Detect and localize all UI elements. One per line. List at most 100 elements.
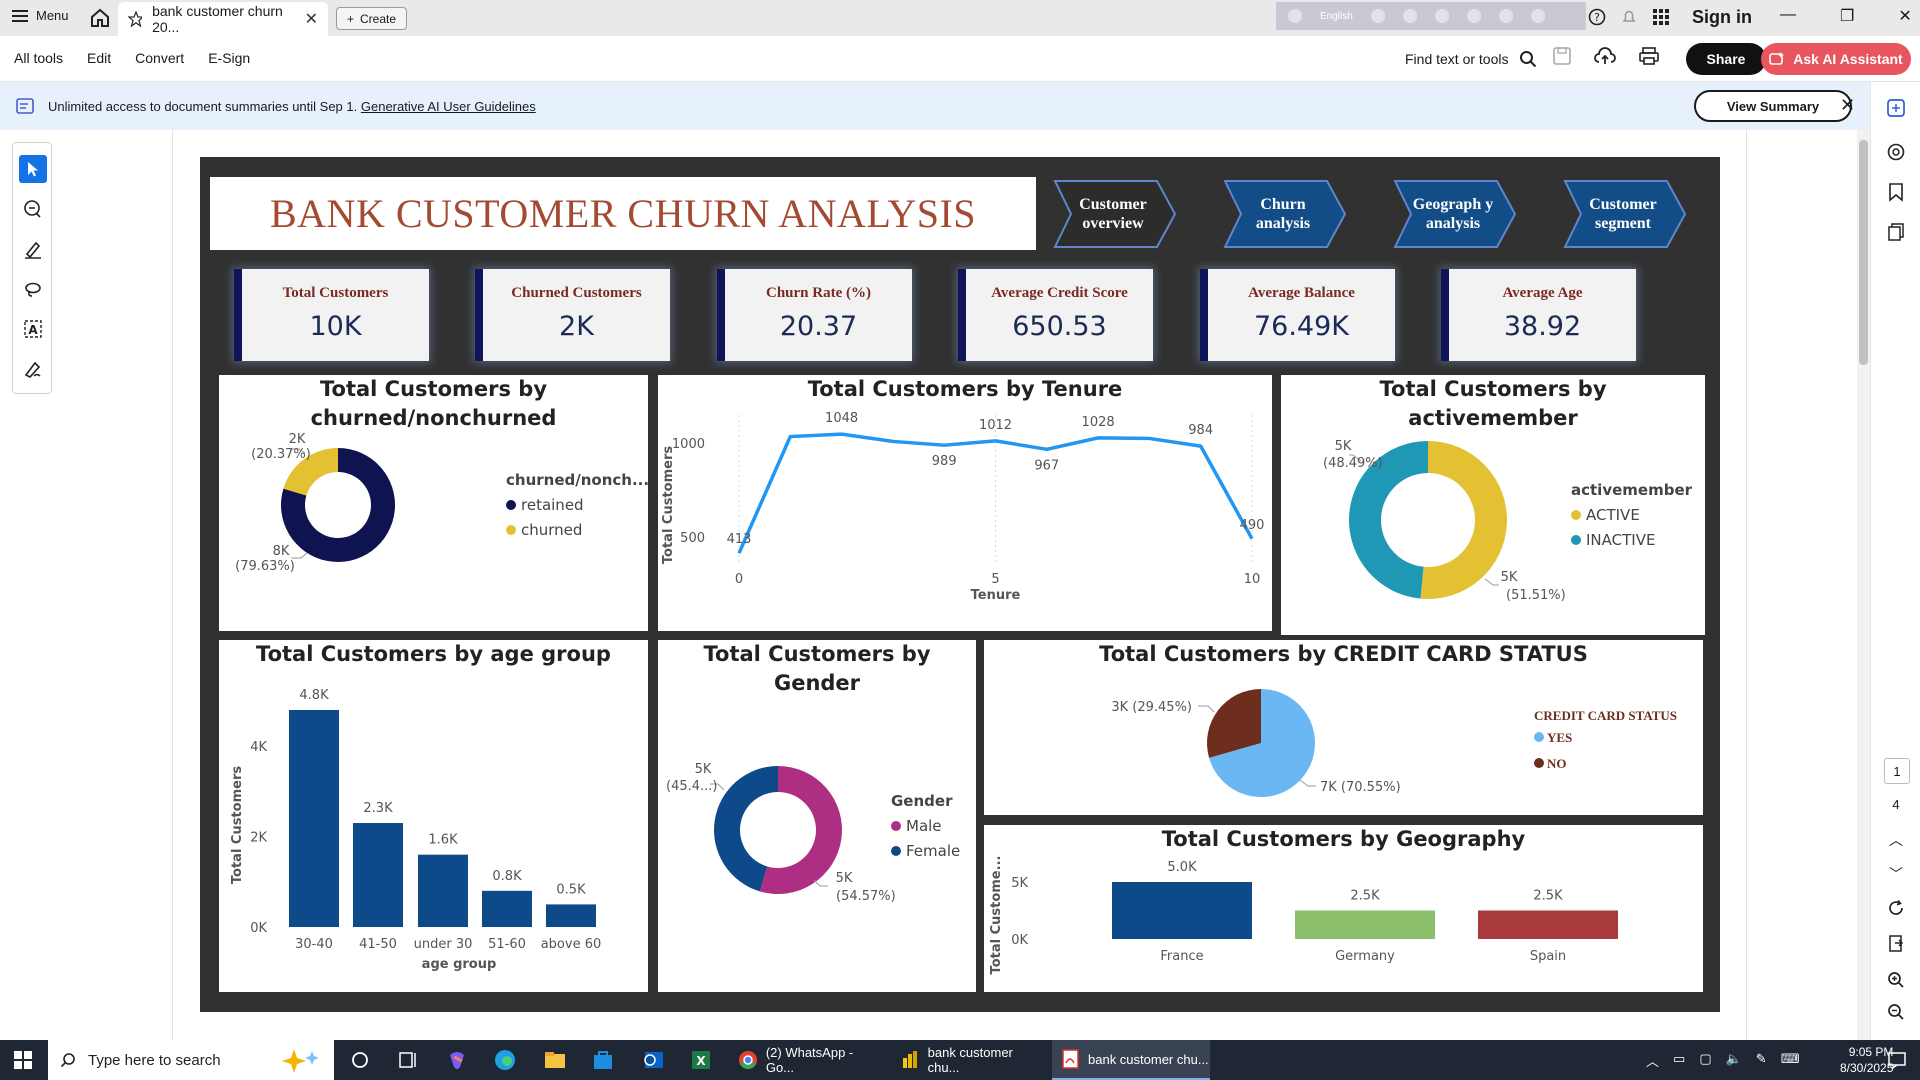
copilot-icon[interactable]	[446, 1049, 468, 1071]
taskbar-app-powerbi[interactable]: bank customer chu...	[890, 1040, 1046, 1080]
create-button[interactable]: + Create	[336, 7, 408, 30]
help-icon[interactable]: ?	[1588, 8, 1606, 26]
ai-assistant-panel-icon[interactable]	[1884, 96, 1908, 120]
page-extract-icon[interactable]	[1884, 932, 1908, 956]
pages-panel-icon[interactable]	[1884, 220, 1908, 244]
vertical-scrollbar[interactable]	[1857, 130, 1870, 1040]
save-icon[interactable]	[1552, 46, 1572, 66]
apps-grid-icon[interactable]	[1652, 8, 1670, 26]
bookmark-panel-icon[interactable]	[1884, 180, 1908, 204]
menu-label: Menu	[36, 8, 69, 23]
menu-convert[interactable]: Convert	[135, 50, 184, 66]
data-label: 1048	[825, 411, 858, 426]
highlight-tool-icon[interactable]	[19, 235, 47, 263]
taskbar-search[interactable]: Type here to search	[48, 1040, 334, 1080]
menu-button[interactable]: Menu	[12, 8, 69, 23]
star-icon[interactable]	[128, 11, 143, 27]
close-window-icon[interactable]: ✕	[1898, 6, 1911, 26]
nav-customer-segment[interactable]: Customer segment	[1557, 175, 1687, 253]
ask-ai-assistant-button[interactable]: Ask AI Assistant	[1761, 43, 1911, 75]
excel-icon[interactable]: X	[690, 1049, 712, 1071]
menu-all-tools[interactable]: All tools	[14, 50, 63, 66]
text-tool-icon[interactable]: A	[19, 315, 47, 343]
display-icon[interactable]: ▢	[1699, 1051, 1711, 1070]
network-icon[interactable]: ▭	[1673, 1051, 1685, 1070]
nav-label: Geograph y analysis	[1412, 196, 1494, 232]
scroll-thumb[interactable]	[1859, 140, 1868, 365]
legend-item: YES	[1547, 730, 1572, 745]
tool-icon[interactable]	[1370, 9, 1385, 23]
y-tick-label: 500	[680, 531, 705, 546]
document-tab[interactable]: bank customer churn 20... ✕	[118, 2, 328, 36]
refresh-icon[interactable]	[1884, 896, 1908, 920]
bell-icon[interactable]	[1620, 8, 1638, 26]
info-icon[interactable]	[1530, 9, 1545, 23]
y-tick-label: 0K	[1011, 933, 1028, 948]
language-label[interactable]: English	[1320, 11, 1353, 22]
right-rail: 1 4 ︿ ﹀	[1870, 82, 1920, 1040]
sign-tool-icon[interactable]	[19, 355, 47, 383]
x-tick-label: 0	[735, 572, 743, 587]
volume-icon[interactable]: 🔈	[1726, 1051, 1742, 1070]
share-button[interactable]: Share	[1686, 43, 1766, 75]
close-tab-icon[interactable]: ✕	[305, 9, 318, 29]
taskbar-app-whatsapp[interactable]: (2) WhatsApp - Go...	[728, 1040, 884, 1080]
store-icon[interactable]	[592, 1049, 614, 1071]
restore-icon[interactable]: ❐	[1840, 6, 1854, 26]
chevron-down-icon[interactable]: ﹀	[1884, 862, 1908, 886]
app-title: bank customer chu...	[1088, 1051, 1209, 1067]
nav-churn-analysis[interactable]: Churn analysis	[1217, 175, 1347, 253]
home-icon[interactable]	[88, 6, 112, 30]
find-tools[interactable]: Find text or tools	[1405, 50, 1537, 68]
close-banner-icon[interactable]: ✕	[1840, 95, 1855, 116]
legend-item: Female	[906, 842, 960, 860]
tool-icon[interactable]	[1402, 9, 1417, 23]
settings-icon[interactable]	[1434, 9, 1449, 23]
edge-browser-icon[interactable]	[494, 1049, 516, 1071]
svg-text:?: ?	[1594, 11, 1600, 24]
chart-geography-panel: Total Customers by Geography 5.0K France 2…	[984, 825, 1703, 992]
taskbar-app-acrobat[interactable]: bank customer chu...	[1052, 1040, 1210, 1080]
widgets-icon[interactable]	[398, 1050, 418, 1070]
task-view-icon[interactable]	[350, 1050, 370, 1070]
tool-icon[interactable]	[1288, 9, 1302, 23]
ai-guidelines-link[interactable]: Generative AI User Guidelines	[361, 99, 536, 114]
legend-title: CREDIT CARD STATUS	[1534, 708, 1677, 723]
keyboard-icon[interactable]: ⌨	[1781, 1051, 1800, 1070]
chevron-up-icon[interactable]: ︿	[1646, 1051, 1659, 1070]
tool-icon[interactable]	[1466, 9, 1481, 23]
zoom-in-icon[interactable]	[1884, 968, 1908, 992]
zoom-out-icon[interactable]	[1884, 1000, 1908, 1024]
windows-start-icon[interactable]	[14, 1051, 32, 1069]
title-bar: Menu bank customer churn 20... ✕ + Creat…	[0, 0, 1920, 36]
data-label: 4.8K	[299, 688, 329, 703]
powerbi-icon	[903, 1051, 917, 1068]
draw-tool-icon[interactable]	[19, 275, 47, 303]
comment-tool-icon[interactable]	[19, 195, 47, 223]
chevron-up-icon[interactable]: ︿	[1884, 828, 1908, 852]
nav-geography-analysis[interactable]: Geograph y analysis	[1387, 175, 1517, 253]
print-icon[interactable]	[1638, 46, 1660, 66]
data-label: (48.49%)	[1323, 456, 1383, 471]
file-explorer-icon[interactable]	[544, 1050, 566, 1070]
help-icon[interactable]	[1498, 9, 1513, 23]
select-tool-icon[interactable]	[19, 155, 47, 183]
window-controls: — ❐ ✕	[1780, 6, 1912, 26]
pie-slice-active	[1420, 441, 1507, 599]
menu-e-sign[interactable]: E-Sign	[208, 50, 250, 66]
pen-icon[interactable]: ✎	[1756, 1051, 1767, 1070]
current-page-box[interactable]: 1	[1884, 758, 1910, 784]
menu-edit[interactable]: Edit	[87, 50, 111, 66]
sign-in-link[interactable]: Sign in	[1692, 7, 1752, 28]
chrome-icon	[739, 1051, 757, 1069]
x-tick-label: France	[1160, 949, 1203, 964]
minimize-icon[interactable]: —	[1780, 6, 1796, 26]
nav-customer-overview[interactable]: Customer overview	[1047, 175, 1177, 253]
cloud-upload-icon[interactable]	[1594, 46, 1616, 66]
clock[interactable]: 9:05 PM 8/30/2025	[1840, 1044, 1893, 1076]
notification-icon[interactable]	[1888, 1051, 1906, 1069]
svg-text:A: A	[28, 323, 38, 337]
outlook-icon[interactable]	[642, 1049, 664, 1071]
view-summary-button[interactable]: View Summary	[1694, 90, 1852, 122]
comments-panel-icon[interactable]	[1884, 140, 1908, 164]
